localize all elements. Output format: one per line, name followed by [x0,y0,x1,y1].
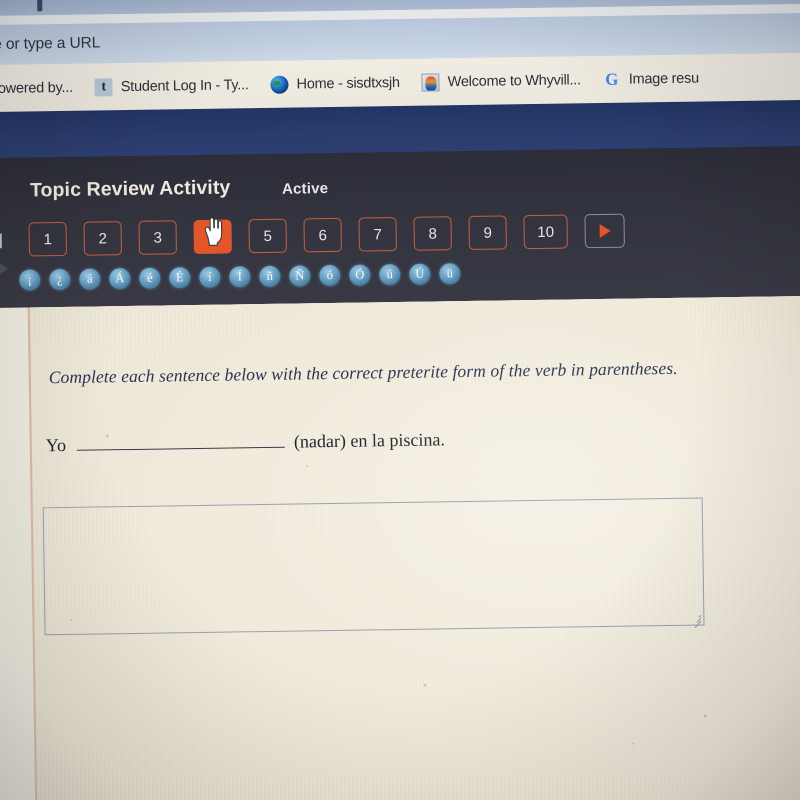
accent-char-button[interactable]: ñ [259,265,281,288]
bookmark-label: Welcome to Whyvill... [447,71,581,90]
bookmark-item[interactable]: Home - sisdtxsjh [270,73,400,94]
play-triangle-icon [599,223,611,239]
accent-character-palette: ¡ ¿ á Á é É í Í ñ Ñ ó Ó ú Ú ü [19,263,469,291]
bookmark-label: Image resu [628,70,699,88]
page-button-6[interactable]: 6 [303,217,342,253]
tab-nub [37,0,43,12]
question-sentence: Yo (nadar) en la piscina. [46,429,445,456]
accent-char-button[interactable]: Á [109,267,131,290]
status-badge: Active [281,180,329,198]
accent-char-button[interactable]: é [139,267,161,289]
accent-char-button[interactable]: ¿ [49,268,71,291]
answer-textarea[interactable] [42,497,705,636]
next-page-button[interactable] [584,213,625,249]
bookmark-item[interactable]: G Image resu [603,69,699,88]
accent-char-button[interactable]: É [169,267,191,289]
page-button-3[interactable]: 3 [138,220,177,255]
accent-char-button[interactable]: Í [229,266,251,288]
collapse-arrow-icon[interactable] [0,262,9,275]
page-button-9[interactable]: 9 [468,215,507,250]
page-button-8[interactable]: 8 [413,216,452,251]
instructions-text: Complete each sentence below with the co… [48,357,678,388]
bookmark-label: Powered by... [0,79,73,97]
panel-left-edge [27,307,38,800]
omnibox-text: le or type a URL [0,34,101,54]
accent-char-button[interactable]: á [79,268,101,290]
globe-icon [270,75,289,94]
accent-char-button[interactable]: ü [439,263,461,285]
prev-arrow-icon[interactable] [0,232,2,250]
bookmark-item[interactable]: t Student Log In - Ty... [94,76,249,97]
bookmark-item[interactable]: Welcome to Whyvill... [421,71,581,92]
accent-char-button[interactable]: í [199,266,221,288]
accent-char-button[interactable]: Ó [349,264,371,286]
accent-char-button[interactable]: ¡ [19,269,41,291]
sentence-prefix: Yo [45,434,67,456]
page-button-2[interactable]: 2 [83,221,122,256]
tumblr-icon: t [94,77,113,97]
activity-header: Topic Review Activity Active 1 2 3 4 5 6… [0,145,800,309]
page-button-4[interactable]: 4 [193,219,232,255]
google-icon: G [605,69,619,89]
page-button-10[interactable]: 10 [523,214,568,250]
accent-char-button[interactable]: ú [379,263,401,286]
page-button-5[interactable]: 5 [248,218,287,254]
bookmark-label: Home - sisdtxsjh [296,74,400,93]
accent-char-button[interactable]: Ú [409,263,431,285]
bookmark-label: Student Log In - Ty... [120,76,249,95]
page-button-1[interactable]: 1 [28,221,67,257]
resize-handle-icon[interactable] [691,613,702,629]
bookmark-item[interactable]: Powered by... [0,79,73,96]
accent-char-button[interactable]: Ñ [289,265,311,287]
page-button-7[interactable]: 7 [358,217,397,252]
answer-blank-underline [76,431,286,451]
whyville-icon [421,72,440,92]
page-navigation: 1 2 3 4 5 6 7 8 9 10 [28,213,625,257]
sentence-suffix: (nadar) en la piscina. [293,429,446,452]
screen-photo: le or type a URL Powered by... t Student… [0,0,800,800]
page-title: Topic Review Activity [29,176,231,202]
activity-content-panel: Complete each sentence below with the co… [27,295,800,800]
accent-char-button[interactable]: ó [319,264,341,287]
